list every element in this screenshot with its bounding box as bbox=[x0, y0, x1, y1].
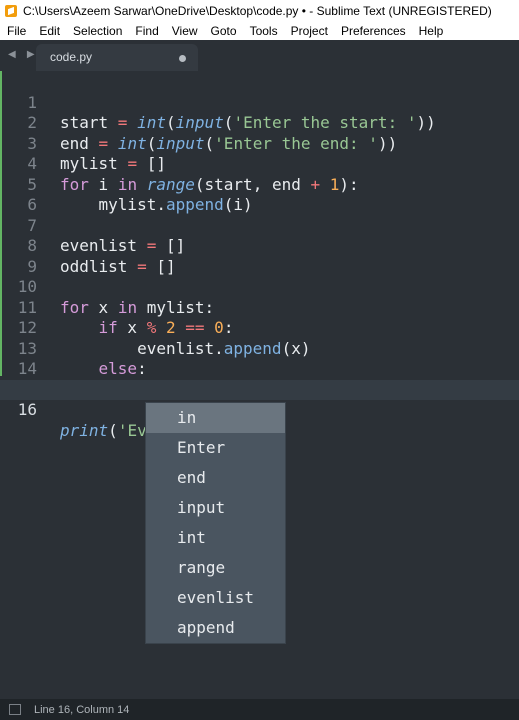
panel-toggle-icon[interactable] bbox=[9, 704, 21, 715]
code-line[interactable]: 9 bbox=[0, 236, 519, 276]
autocomplete-item[interactable]: range bbox=[146, 553, 285, 583]
code-line[interactable]: 11 if x % 2 == 0: bbox=[0, 277, 519, 338]
autocomplete-item[interactable]: input bbox=[146, 493, 285, 523]
code-line[interactable]: 10 for x in mylist: bbox=[0, 257, 519, 317]
unsaved-dot-icon[interactable] bbox=[179, 55, 186, 62]
code-line[interactable]: 13 else: bbox=[0, 318, 519, 379]
menu-tools[interactable]: Tools bbox=[243, 24, 284, 38]
menu-preferences[interactable]: Preferences bbox=[334, 24, 412, 38]
code-line[interactable]: 6 bbox=[0, 175, 519, 214]
menu-selection[interactable]: Selection bbox=[66, 24, 128, 38]
current-code-line[interactable]: 16 print('Even N') bbox=[0, 379, 519, 440]
code-line[interactable]: 7 evenlist = [] bbox=[0, 195, 519, 256]
sublime-text-icon bbox=[5, 5, 17, 17]
menu-goto[interactable]: Goto bbox=[204, 24, 243, 38]
autocomplete-item[interactable]: int bbox=[146, 523, 285, 553]
tab-navigation-arrows-icon[interactable]: ◀ ▶ bbox=[8, 49, 39, 60]
menu-view[interactable]: View bbox=[165, 24, 204, 38]
menu-find[interactable]: Find bbox=[128, 24, 164, 38]
status-bar: Line 16, Column 14 bbox=[0, 699, 519, 720]
code-line[interactable]: 12 evenlist.append(x) bbox=[0, 298, 519, 358]
code-line[interactable]: 1 start = int(input('Enter the start: ')… bbox=[0, 72, 519, 133]
autocomplete-popup: in Enter end input int range evenlist ap… bbox=[145, 402, 286, 644]
menu-edit[interactable]: Edit bbox=[32, 24, 66, 38]
menu-help[interactable]: Help bbox=[412, 24, 450, 38]
code-line[interactable]: 4 for i in range(start, end + 1): bbox=[0, 134, 519, 194]
code-line[interactable]: 5 mylist.append(i) bbox=[0, 154, 519, 215]
tab-label: code.py bbox=[50, 50, 93, 64]
code-line[interactable]: 14 oddlist.append(x) bbox=[0, 339, 519, 399]
tab-code-py[interactable]: code.py bbox=[36, 44, 198, 72]
autocomplete-item[interactable]: Enter bbox=[146, 433, 285, 463]
autocomplete-item[interactable]: end bbox=[146, 463, 285, 493]
menu-file[interactable]: File bbox=[0, 24, 32, 38]
code-line[interactable]: 15 bbox=[0, 359, 519, 399]
title-bar: C:\Users\Azeem Sarwar\OneDrive\Desktop\c… bbox=[0, 0, 519, 22]
cursor-position[interactable]: Line 16, Column 14 bbox=[34, 704, 129, 716]
window-title: C:\Users\Azeem Sarwar\OneDrive\Desktop\c… bbox=[23, 4, 492, 18]
menu-project[interactable]: Project bbox=[284, 24, 334, 38]
autocomplete-item[interactable]: append bbox=[146, 613, 285, 643]
autocomplete-item[interactable]: evenlist bbox=[146, 583, 285, 613]
autocomplete-item[interactable]: in bbox=[146, 403, 285, 433]
menu-bar: File Edit Selection Find View Goto Tools… bbox=[0, 22, 519, 40]
line-number: 16 bbox=[17, 400, 37, 419]
code-line[interactable]: 3 mylist = [] bbox=[0, 113, 519, 174]
code-line[interactable]: 2 end = int(input('Enter the end: ')) bbox=[0, 93, 519, 153]
tab-bar: ◀ ▶ code.py bbox=[0, 40, 519, 72]
code-line[interactable]: 8 oddlist = [] bbox=[0, 216, 519, 276]
